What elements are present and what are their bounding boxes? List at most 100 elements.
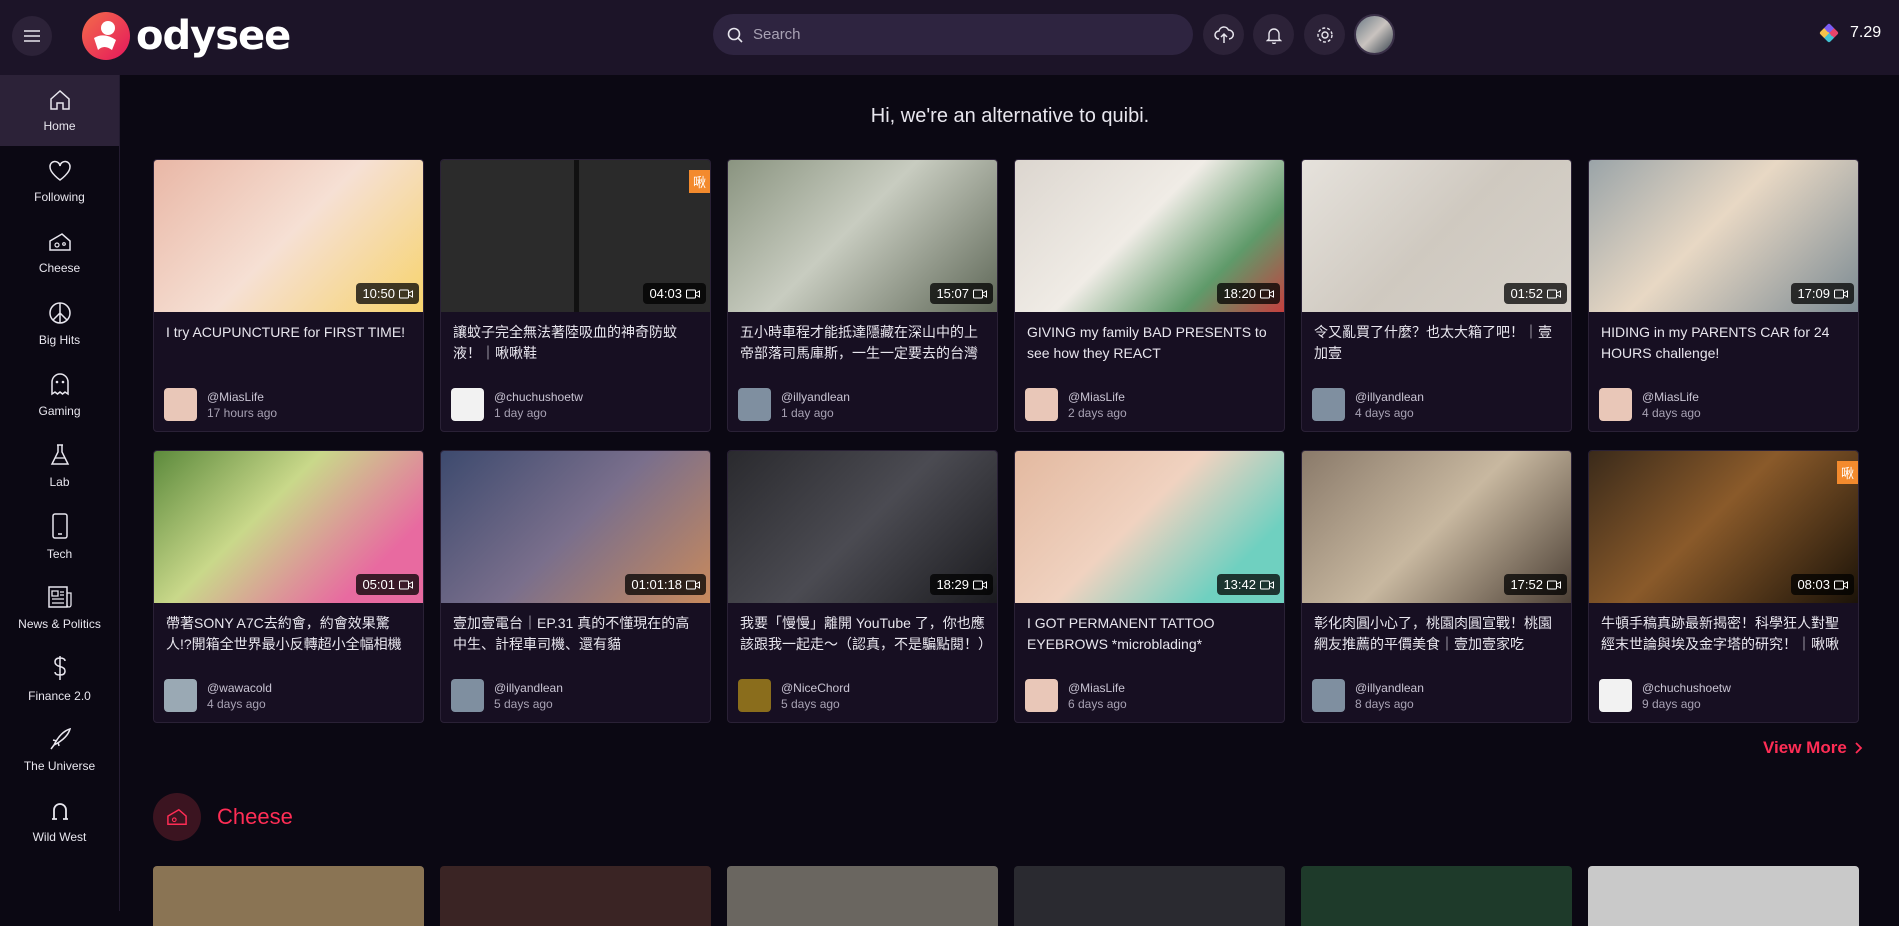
channel-avatar[interactable]	[451, 388, 484, 421]
channel-name[interactable]: @chuchushoetw	[494, 390, 583, 404]
video-thumbnail[interactable]: 05:01	[154, 451, 423, 603]
video-title[interactable]: 彰化肉圓小心了，桃園肉圓宣戰！桃園網友推薦的平價美食｜壹加壹家吃	[1302, 603, 1571, 655]
video-title[interactable]: HIDING in my PARENTS CAR for 24 HOURS ch…	[1589, 312, 1858, 364]
channel-info[interactable]: @MiasLife 17 hours ago	[164, 388, 277, 421]
channel-name[interactable]: @illyandlean	[1355, 681, 1424, 695]
channel-name[interactable]: @illyandlean	[494, 681, 563, 695]
video-title[interactable]: 五小時車程才能抵達隱藏在深山中的上帝部落司馬庫斯，一生一定要去的台灣景點	[728, 312, 997, 364]
video-thumbnail[interactable]	[1014, 866, 1285, 926]
channel-avatar[interactable]	[451, 679, 484, 712]
channel-avatar[interactable]	[1025, 388, 1058, 421]
channel-avatar[interactable]	[1312, 679, 1345, 712]
notifications-button[interactable]	[1253, 14, 1294, 55]
video-thumbnail[interactable]: 01:01:18	[441, 451, 710, 603]
video-title[interactable]: I GOT PERMANENT TATTOO EYEBROWS *microbl…	[1015, 603, 1284, 655]
user-avatar[interactable]	[1354, 14, 1395, 55]
channel-name[interactable]: @illyandlean	[1355, 390, 1424, 404]
video-card[interactable]: 15:07 五小時車程才能抵達隱藏在深山中的上帝部落司馬庫斯，一生一定要去的台灣…	[727, 159, 998, 432]
video-card[interactable]: 18:20 GIVING my family BAD PRESENTS to s…	[1014, 159, 1285, 432]
video-card[interactable]: 13:42 I GOT PERMANENT TATTOO EYEBROWS *m…	[1014, 450, 1285, 723]
channel-name[interactable]: @MiasLife	[207, 390, 277, 404]
video-thumbnail[interactable]: 18:29	[728, 451, 997, 603]
video-thumbnail[interactable]: 17:52	[1302, 451, 1571, 603]
sidebar-item-home[interactable]: Home	[0, 75, 119, 146]
sidebar-item-big-hits[interactable]: Big Hits	[0, 288, 119, 359]
channel-name[interactable]: @MiasLife	[1068, 390, 1127, 404]
odysee-logo[interactable]: odysee	[80, 10, 291, 62]
sidebar-item-cheese[interactable]: Cheese	[0, 217, 119, 288]
channel-avatar[interactable]	[1312, 388, 1345, 421]
channel-avatar[interactable]	[738, 388, 771, 421]
channel-name[interactable]: @NiceChord	[781, 681, 850, 695]
channel-name[interactable]: @illyandlean	[781, 390, 850, 404]
channel-info[interactable]: @NiceChord 5 days ago	[738, 679, 850, 712]
channel-name[interactable]: @MiasLife	[1068, 681, 1127, 695]
channel-info[interactable]: @chuchushoetw 9 days ago	[1599, 679, 1731, 712]
channel-avatar[interactable]	[1025, 679, 1058, 712]
video-card[interactable]: 10:50 I try ACUPUNCTURE for FIRST TIME! …	[153, 159, 424, 432]
search-input[interactable]	[753, 26, 1173, 43]
channel-name[interactable]: @MiasLife	[1642, 390, 1701, 404]
video-card[interactable]: 18:29 我要「慢慢」離開 YouTube 了，你也應該跟我一起走～（認真，不…	[727, 450, 998, 723]
video-card[interactable]: 01:01:18 壹加壹電台｜EP.31 真的不懂現在的高中生、計程車司機、還有…	[440, 450, 711, 723]
settings-button[interactable]	[1304, 14, 1345, 55]
sidebar-item-tech[interactable]: Tech	[0, 501, 119, 572]
video-title[interactable]: 帶著SONY A7C去約會，約會效果驚人!?開箱全世界最小反轉超小全幅相機 So…	[154, 603, 423, 655]
channel-avatar[interactable]	[738, 679, 771, 712]
search-bar[interactable]	[713, 14, 1193, 55]
sidebar-item-lab[interactable]: Lab	[0, 430, 119, 501]
video-title[interactable]: I try ACUPUNCTURE for FIRST TIME!	[154, 312, 423, 364]
video-thumbnail[interactable]	[1588, 866, 1859, 926]
channel-info[interactable]: @illyandlean 4 days ago	[1312, 388, 1424, 421]
section-header-cheese[interactable]: Cheese	[153, 793, 293, 841]
channel-info[interactable]: @illyandlean 5 days ago	[451, 679, 563, 712]
sidebar-item-wild-west[interactable]: Wild West	[0, 785, 119, 856]
channel-name[interactable]: @wawacold	[207, 681, 272, 695]
channel-info[interactable]: @MiasLife 6 days ago	[1025, 679, 1127, 712]
video-title[interactable]: GIVING my family BAD PRESENTS to see how…	[1015, 312, 1284, 364]
upload-button[interactable]	[1203, 14, 1244, 55]
video-card[interactable]: 17:52 彰化肉圓小心了，桃園肉圓宣戰！桃園網友推薦的平價美食｜壹加壹家吃 @…	[1301, 450, 1572, 723]
channel-info[interactable]: @illyandlean 8 days ago	[1312, 679, 1424, 712]
video-title[interactable]: 我要「慢慢」離開 YouTube 了，你也應該跟我一起走～（認真，不是騙點閱！）	[728, 603, 997, 655]
video-card[interactable]: 05:01 帶著SONY A7C去約會，約會效果驚人!?開箱全世界最小反轉超小全…	[153, 450, 424, 723]
sidebar-item-finance[interactable]: Finance 2.0	[0, 643, 119, 714]
video-thumbnail[interactable]: 10:50	[154, 160, 423, 312]
video-card[interactable]: 01:52 令又亂買了什麼？也太大箱了吧！｜壹加壹 @illyandlean 4…	[1301, 159, 1572, 432]
channel-info[interactable]: @wawacold 4 days ago	[164, 679, 272, 712]
view-more-link[interactable]: View More	[1763, 738, 1863, 758]
channel-name[interactable]: @chuchushoetw	[1642, 681, 1731, 695]
video-title[interactable]: 讓蚊子完全無法著陸吸血的神奇防蚊液！｜啾啾鞋	[441, 312, 710, 364]
video-card[interactable]: 17:09 HIDING in my PARENTS CAR for 24 HO…	[1588, 159, 1859, 432]
channel-avatar[interactable]	[1599, 388, 1632, 421]
video-thumbnail[interactable]: 17:09	[1589, 160, 1858, 312]
video-title[interactable]: 令又亂買了什麼？也太大箱了吧！｜壹加壹	[1302, 312, 1571, 364]
channel-info[interactable]: @MiasLife 2 days ago	[1025, 388, 1127, 421]
channel-info[interactable]: @MiasLife 4 days ago	[1599, 388, 1701, 421]
video-thumbnail[interactable]	[153, 866, 424, 926]
channel-avatar[interactable]	[1599, 679, 1632, 712]
video-title[interactable]: 壹加壹電台｜EP.31 真的不懂現在的高中生、計程車司機、還有貓	[441, 603, 710, 655]
sidebar-item-following[interactable]: Following	[0, 146, 119, 217]
video-title[interactable]: 牛頓手稿真跡最新揭密！科學狂人對聖經末世論與埃及金字塔的研究！｜啾啾鞋	[1589, 603, 1858, 655]
channel-info[interactable]: @chuchushoetw 1 day ago	[451, 388, 583, 421]
video-thumbnail[interactable]: 15:07	[728, 160, 997, 312]
video-card[interactable]: 啾 04:03 讓蚊子完全無法著陸吸血的神奇防蚊液！｜啾啾鞋 @chuchush…	[440, 159, 711, 432]
menu-button[interactable]	[12, 16, 52, 56]
video-thumbnail[interactable]: 18:20	[1015, 160, 1284, 312]
channel-avatar[interactable]	[164, 388, 197, 421]
video-thumbnail[interactable]	[440, 866, 711, 926]
video-thumbnail[interactable]: 01:52	[1302, 160, 1571, 312]
video-thumbnail[interactable]	[727, 866, 998, 926]
channel-info[interactable]: @illyandlean 1 day ago	[738, 388, 850, 421]
sidebar-item-gaming[interactable]: Gaming	[0, 359, 119, 430]
sidebar-item-news-politics[interactable]: News & Politics	[0, 572, 119, 643]
video-thumbnail[interactable]: 啾 04:03	[441, 160, 710, 312]
credits-balance[interactable]: 7.29	[1819, 23, 1881, 43]
video-thumbnail[interactable]	[1301, 866, 1572, 926]
video-thumbnail[interactable]: 13:42	[1015, 451, 1284, 603]
sidebar-item-the-universe[interactable]: The Universe	[0, 714, 119, 785]
video-card[interactable]: 啾 08:03 牛頓手稿真跡最新揭密！科學狂人對聖經末世論與埃及金字塔的研究！｜…	[1588, 450, 1859, 723]
channel-avatar[interactable]	[164, 679, 197, 712]
video-thumbnail[interactable]: 啾 08:03	[1589, 451, 1858, 603]
